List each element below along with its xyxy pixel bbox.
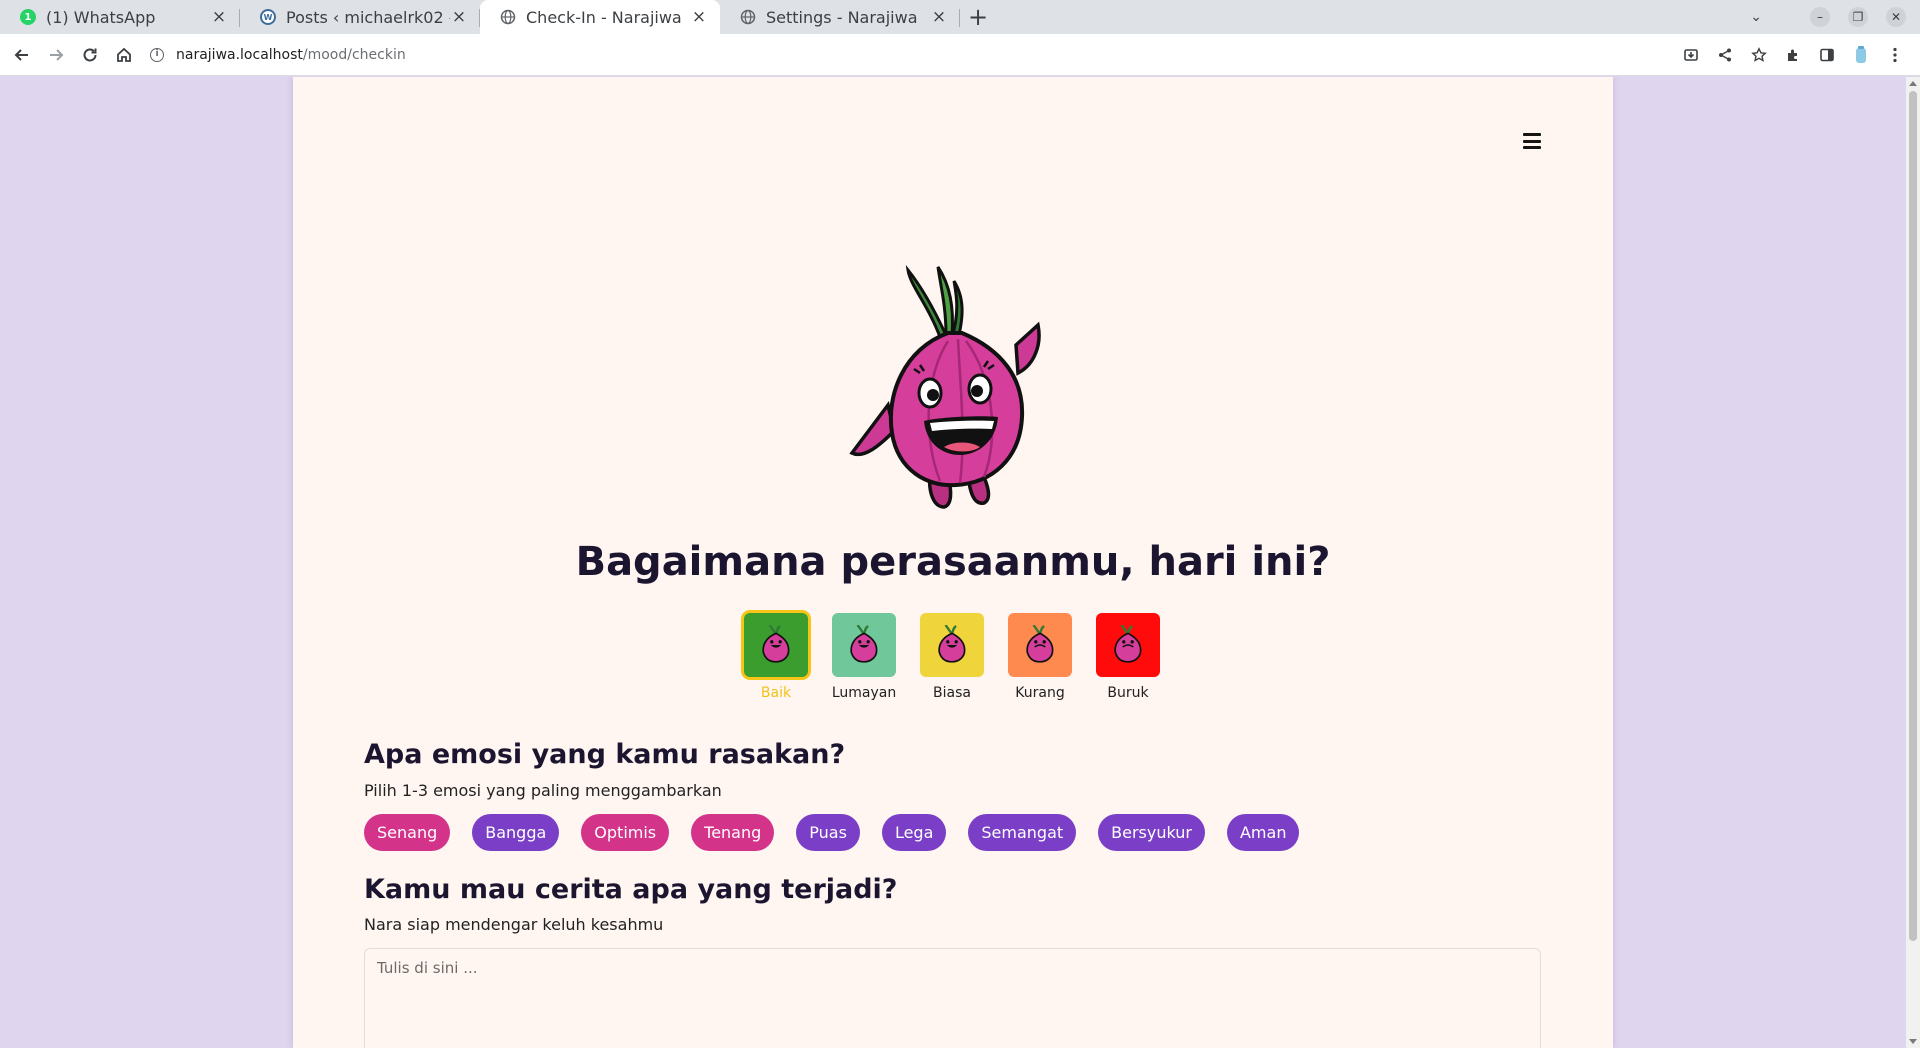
tab-whatsapp[interactable]: 1 (1) WhatsApp × (0, 0, 240, 34)
story-textarea[interactable]: Tulis di sini ... (364, 948, 1541, 1048)
close-icon[interactable]: × (450, 8, 468, 26)
emotion-chip-bersyukur[interactable]: Bersyukur (1098, 814, 1205, 851)
page-title: Bagaimana perasaanmu, hari ini? (575, 539, 1331, 585)
info-icon[interactable]: i (150, 47, 164, 62)
extensions-icon[interactable] (1782, 44, 1804, 66)
share-icon[interactable] (1714, 44, 1736, 66)
close-icon[interactable]: × (210, 8, 228, 26)
mood-tile[interactable] (1008, 613, 1072, 677)
mood-label: Lumayan (831, 685, 897, 701)
url-path: /mood/checkin (302, 46, 406, 63)
tab-title: Check-In - Narajiwa (526, 7, 682, 27)
home-icon[interactable] (108, 39, 140, 71)
onion-mascot-image (849, 264, 1041, 509)
install-app-icon[interactable] (1680, 44, 1702, 66)
tab-title: Posts ‹ michaelrk02 — W (286, 7, 450, 27)
onion-face-icon (938, 625, 966, 663)
onion-face-icon (1026, 625, 1054, 663)
emotion-section-title: Apa emosi yang kamu rasakan? (364, 739, 846, 770)
tab-title: (1) WhatsApp (46, 7, 156, 27)
emotion-chip-lega[interactable]: Lega (881, 814, 947, 851)
emotion-chip-list: Senang Bangga Optimis Tenang Puas Lega S… (364, 814, 1300, 851)
mood-selector: Baik Lumayan Biasa Kurang Buruk (744, 613, 1160, 701)
mood-tile[interactable] (832, 613, 896, 677)
tab-checkin[interactable]: Check-In - Narajiwa × (480, 0, 720, 34)
story-section-subtitle: Nara siap mendengar keluh kesahmu (364, 915, 664, 934)
checkin-card: Bagaimana perasaanmu, hari ini? Baik Lum… (293, 77, 1613, 1048)
globe-icon (500, 9, 516, 25)
whatsapp-icon: 1 (20, 9, 36, 25)
scrollbar-thumb[interactable] (1909, 91, 1917, 941)
onion-face-icon (1114, 625, 1142, 663)
url-host: narajiwa.localhost (176, 46, 303, 63)
hamburger-menu-icon[interactable] (1523, 133, 1541, 149)
mood-label: Kurang (1015, 685, 1065, 701)
mood-tile[interactable] (920, 613, 984, 677)
back-icon[interactable] (6, 39, 38, 71)
window-controls: ⌄ – ❐ ✕ (1750, 0, 1920, 34)
chevron-down-icon[interactable]: ⌄ (1750, 9, 1762, 25)
emotion-chip-semangat[interactable]: Semangat (968, 814, 1077, 851)
scroll-up-icon[interactable] (1909, 81, 1917, 86)
onion-face-icon (762, 625, 790, 663)
mood-label: Baik (760, 685, 792, 701)
mood-option-lumayan[interactable]: Lumayan (832, 613, 896, 701)
restore-icon[interactable]: ❐ (1848, 7, 1868, 27)
mood-label: Biasa (933, 685, 971, 701)
profile-avatar-icon[interactable] (1850, 44, 1872, 66)
forward-icon[interactable] (40, 39, 72, 71)
browser-toolbar: i narajiwa.localhost/mood/checkin (0, 34, 1920, 76)
mood-option-kurang[interactable]: Kurang (1008, 613, 1072, 701)
emotion-chip-bangga[interactable]: Bangga (472, 814, 560, 851)
toolbar-actions (1680, 44, 1920, 66)
emotion-chip-tenang[interactable]: Tenang (691, 814, 775, 851)
scroll-down-icon[interactable] (1909, 1039, 1917, 1044)
address-bar[interactable]: i narajiwa.localhost/mood/checkin (150, 39, 1680, 71)
tab-title: Settings - Narajiwa (766, 7, 918, 27)
emotion-chip-puas[interactable]: Puas (796, 814, 860, 851)
mood-label: Buruk (1107, 685, 1149, 701)
emotion-chip-aman[interactable]: Aman (1226, 814, 1300, 851)
close-icon[interactable]: × (690, 8, 708, 26)
wordpress-icon: W (260, 9, 276, 25)
tab-separator (959, 9, 960, 27)
story-section-title: Kamu mau cerita apa yang terjadi? (364, 874, 898, 905)
emotion-chip-optimis[interactable]: Optimis (581, 814, 670, 851)
minimize-icon[interactable]: – (1810, 7, 1830, 27)
close-icon[interactable]: × (930, 8, 948, 26)
page-viewport: Bagaimana perasaanmu, hari ini? Baik Lum… (0, 77, 1906, 1048)
mood-tile[interactable] (1096, 613, 1160, 677)
tab-settings[interactable]: Settings - Narajiwa × (720, 0, 960, 34)
mood-option-baik[interactable]: Baik (744, 613, 808, 701)
page-scrollbar[interactable] (1906, 77, 1920, 1048)
tab-strip: 1 (1) WhatsApp × W Posts ‹ michaelrk02 —… (0, 0, 1920, 34)
reload-icon[interactable] (74, 39, 106, 71)
mood-option-buruk[interactable]: Buruk (1096, 613, 1160, 701)
more-menu-icon[interactable] (1884, 44, 1906, 66)
tab-wordpress-posts[interactable]: W Posts ‹ michaelrk02 — W × (240, 0, 480, 34)
new-tab-button[interactable]: + (960, 0, 996, 34)
emotion-section-subtitle: Pilih 1-3 emosi yang paling menggambarka… (364, 781, 722, 800)
globe-icon (740, 9, 756, 25)
mood-option-biasa[interactable]: Biasa (920, 613, 984, 701)
onion-face-icon (850, 625, 878, 663)
bookmark-star-icon[interactable] (1748, 44, 1770, 66)
close-window-icon[interactable]: ✕ (1886, 7, 1906, 27)
emotion-chip-senang[interactable]: Senang (364, 814, 451, 851)
side-panel-icon[interactable] (1816, 44, 1838, 66)
mood-tile[interactable] (744, 613, 808, 677)
